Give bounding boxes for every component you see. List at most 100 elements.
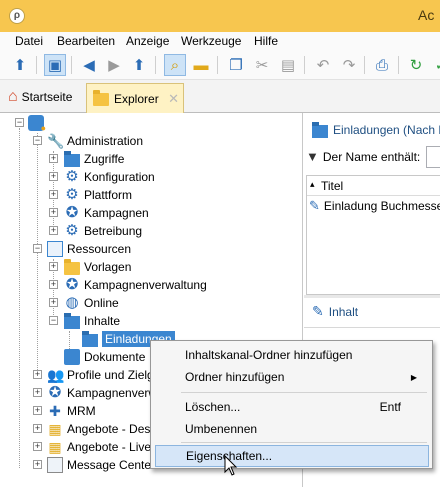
tree-item-kampagnen[interactable]: ✪ Kampagnen (64, 204, 149, 222)
folder-icon[interactable]: ▬ (190, 54, 212, 76)
menu-item-delete[interactable]: Löschen... Entf (155, 396, 429, 418)
tree-item-online[interactable]: ◍ Online (64, 294, 119, 312)
menu-item-label: Löschen... (185, 400, 241, 414)
campaign-icon: ✪ (65, 276, 79, 293)
menu-item-properties[interactable]: Eigenschaften... (155, 445, 429, 467)
column-header-title[interactable]: ▴ Titel (307, 176, 440, 196)
back-icon[interactable]: ◀ (78, 54, 100, 76)
expand-toggle[interactable]: + (49, 172, 58, 181)
menu-item-label: Inhaltskanal-Ordner hinzufügen (185, 348, 353, 362)
tree-item-ressourcen[interactable]: Ressourcen (47, 240, 131, 258)
up-icon[interactable]: ⬆ (128, 54, 150, 76)
tree-item-zugriffe[interactable]: Zugriffe (64, 150, 124, 168)
expand-toggle[interactable]: + (49, 154, 58, 163)
tree-item-label: Online (84, 296, 119, 310)
tab-explorer[interactable]: Explorer ✕ (86, 83, 184, 113)
expand-toggle[interactable]: − (33, 244, 42, 253)
tree-item-inhalte[interactable]: Inhalte (64, 312, 120, 330)
print-icon[interactable]: ⎙ (371, 54, 393, 76)
tree-item-mrm[interactable]: ✚ MRM (47, 402, 96, 420)
tree-item-label: Inhalte (84, 314, 121, 328)
expand-toggle[interactable]: + (33, 406, 42, 415)
tree-item-plattform[interactable]: ⚙ Plattform (64, 186, 132, 204)
menu-hilfe[interactable]: Hilfe (254, 34, 278, 48)
tree-item-dokumente[interactable]: Dokumente (64, 348, 145, 366)
paste-icon[interactable]: ▤ (277, 54, 299, 76)
expand-toggle[interactable]: + (49, 280, 58, 289)
expand-toggle[interactable]: + (33, 370, 42, 379)
expand-toggle[interactable]: − (49, 316, 58, 325)
tree-root[interactable]: ● (28, 114, 48, 133)
undo-icon[interactable]: ↶ (312, 54, 334, 76)
tree-item-message-center[interactable]: Message Center (47, 456, 155, 474)
tab-home[interactable]: ⌂ Startseite (8, 87, 72, 107)
tree-item-kampagnenverw[interactable]: ✪ Kampagnenverw (47, 384, 157, 402)
tree-item-angebote-live[interactable]: ▦ Angebote - Live (47, 438, 151, 456)
menu-item-add-folder[interactable]: Ordner hinzufügen ▶ (155, 366, 429, 388)
content-folder-icon (82, 330, 98, 347)
expand-toggle[interactable]: + (49, 262, 58, 271)
filter-label: Der Name enthält: (322, 149, 421, 164)
expand-toggle[interactable]: − (15, 118, 24, 127)
tab-inhalt-label: Inhalt (328, 304, 359, 319)
mouse-cursor-icon (224, 455, 238, 476)
cut-icon[interactable]: ✂ (251, 54, 273, 76)
tree-item-angebote-des[interactable]: ▦ Angebote - Des (47, 420, 150, 438)
splitter[interactable] (304, 295, 440, 298)
content-folder-icon (312, 121, 328, 138)
search-icon[interactable]: ⌕ (164, 54, 186, 76)
context-menu: Inhaltskanal-Ordner hinzufügen Ordner hi… (150, 340, 433, 469)
sort-icon: ▴ (310, 179, 315, 189)
toolbar: ⬆ ▣ ◀ ▶ ⬆ ⌕ ▬ ❐ ✂ ▤ ↶ ↷ ⎙ ↻ ✓ (0, 50, 440, 80)
expand-toggle[interactable]: + (49, 190, 58, 199)
expand-toggle[interactable]: + (33, 460, 42, 469)
app-icon[interactable]: ρ (9, 8, 25, 24)
campaign-icon: ✪ (48, 384, 62, 401)
gears-icon: ⚙ (65, 186, 79, 203)
tree-item-administration[interactable]: 🔧 Administration (47, 132, 143, 150)
tree-item-kampagnenverwaltung[interactable]: ✪ Kampagnenverwaltung (64, 276, 207, 294)
expand-toggle[interactable]: + (33, 442, 42, 451)
window-title: Ac (418, 7, 435, 23)
menu-anzeige[interactable]: Anzeige (126, 34, 169, 48)
menu-item-add-channel-folder[interactable]: Inhaltskanal-Ordner hinzufügen (155, 344, 429, 366)
tab-inhalt[interactable]: ✎ Inhalt (312, 303, 358, 320)
expand-toggle[interactable]: + (49, 208, 58, 217)
expand-toggle[interactable]: + (33, 424, 42, 433)
tree-item-konfiguration[interactable]: ⚙ Konfiguration (64, 168, 154, 186)
refresh-icon[interactable]: ↻ (405, 54, 427, 76)
redo-icon[interactable]: ↷ (338, 54, 360, 76)
menu-bearbeiten[interactable]: Bearbeiten (57, 34, 115, 48)
expand-toggle[interactable]: + (49, 298, 58, 307)
filter-icon[interactable]: ▼ (306, 149, 319, 164)
tree-item-label: Kampagnenverw (67, 386, 158, 400)
explorer-icon[interactable]: ▣ (44, 54, 66, 76)
menu-item-rename[interactable]: Umbenennen (155, 418, 429, 440)
menu-werkzeuge[interactable]: Werkzeuge (181, 34, 241, 48)
submenu-arrow-icon: ▶ (410, 372, 417, 382)
menu-bar: Datei Bearbeiten Anzeige Werkzeuge Hilfe (0, 32, 440, 50)
expand-toggle[interactable]: + (33, 388, 42, 397)
offer-icon: ▦ (48, 439, 62, 455)
tree-item-label: Profile und Zielg (67, 368, 154, 382)
tree-item-label: Angebote - Live (67, 440, 152, 454)
tree-item-label: Message Center (67, 458, 156, 472)
close-icon[interactable]: ✕ (168, 91, 179, 107)
expand-toggle[interactable]: − (33, 136, 42, 145)
filter-input[interactable] (426, 146, 440, 168)
copy-icon[interactable]: ❐ (225, 54, 247, 76)
filter-bar: ▼ Der Name enthält: (306, 149, 420, 164)
menu-datei[interactable]: Datei (15, 34, 43, 48)
globe-icon: ◍ (65, 294, 79, 311)
tree-item-betreibung[interactable]: ⚙ Betreibung (64, 222, 142, 240)
panel-title-label: Einladungen (Nach N (333, 123, 440, 137)
gear-icon: ⚙ (65, 168, 79, 185)
check-icon[interactable]: ✓ (430, 54, 440, 76)
list-item[interactable]: ✎ Einladung Buchmesse (307, 196, 440, 216)
tree-item-profile[interactable]: 👥 Profile und Zielg (47, 366, 154, 384)
new-icon[interactable]: ⬆ (9, 54, 31, 76)
expand-toggle[interactable]: + (49, 226, 58, 235)
forward-icon[interactable]: ▶ (103, 54, 125, 76)
tree-item-vorlagen[interactable]: Vorlagen (64, 258, 131, 276)
content-folder-icon (64, 312, 80, 329)
